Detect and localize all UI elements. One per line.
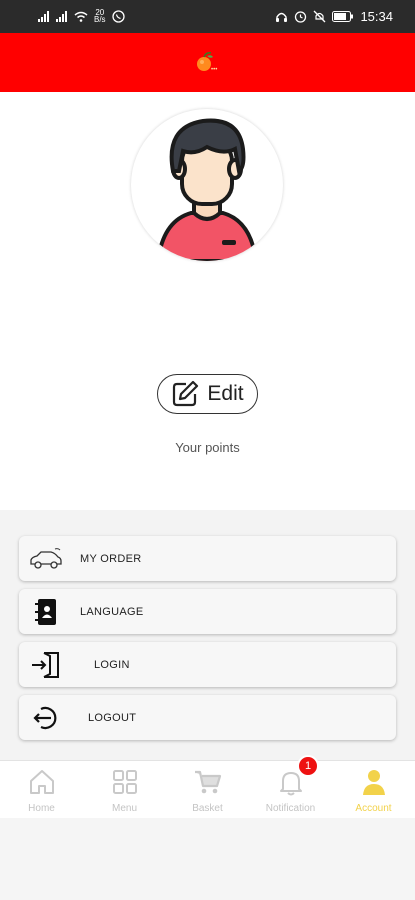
- network-speed: 20 B/s: [94, 9, 106, 24]
- tab-label: Account: [355, 803, 392, 814]
- car-icon: [29, 542, 63, 576]
- menu-item-language[interactable]: LANGUAGE: [19, 589, 396, 634]
- avatar[interactable]: [131, 109, 283, 261]
- battery-icon: [332, 11, 354, 22]
- tab-notification[interactable]: Notification 1: [249, 755, 332, 818]
- clock: 15:34: [360, 9, 393, 24]
- fruit-logo-icon: •••: [197, 52, 217, 73]
- menu-item-label: LOGIN: [94, 658, 130, 671]
- tab-account[interactable]: Account: [332, 761, 415, 818]
- tab-label: Basket: [192, 803, 223, 814]
- home-icon: [29, 770, 54, 794]
- app-bar: •••: [0, 33, 415, 92]
- menu-item-label: LOGOUT: [88, 711, 137, 724]
- user-icon: [362, 770, 385, 795]
- status-bar: 20 B/s 15:34: [0, 0, 415, 33]
- wifi-icon: [74, 11, 88, 22]
- edit-profile-button[interactable]: Edit: [157, 374, 258, 414]
- tab-menu[interactable]: Menu: [83, 761, 166, 818]
- tab-label: Home: [28, 803, 55, 814]
- edit-label: Edit: [207, 382, 244, 405]
- notification-badge: 1: [297, 755, 319, 777]
- mute-icon: [313, 10, 326, 23]
- grid-icon: [112, 770, 137, 794]
- menu-item-login[interactable]: LOGIN: [19, 642, 396, 687]
- tab-label: Notification: [265, 803, 316, 814]
- edit-icon: [173, 380, 199, 407]
- bottom-empty-area: [0, 818, 415, 900]
- headphones-icon: [276, 12, 288, 22]
- menu-item-label: MY ORDER: [80, 552, 142, 565]
- logout-icon: [29, 701, 63, 735]
- menu-item-label: LANGUAGE: [80, 605, 144, 618]
- user-avatar-icon: [155, 118, 259, 261]
- contact-book-icon: [29, 595, 63, 629]
- bottom-tab-bar: Home Menu Basket Notification 1 Account: [0, 755, 415, 818]
- tab-label: Menu: [111, 803, 137, 814]
- points-label: Your points: [175, 440, 240, 455]
- whatsapp-icon: [111, 9, 125, 23]
- signal-icon-2: [56, 10, 67, 22]
- svg-text:•••: •••: [211, 67, 217, 73]
- menu-item-logout[interactable]: LOGOUT: [19, 695, 396, 740]
- account-menu: MY ORDER LANGUAGE LOGIN LOGOUT: [0, 510, 415, 760]
- network-speed-unit: B/s: [94, 15, 106, 24]
- alarm-icon: [295, 11, 307, 23]
- menu-item-my-order[interactable]: MY ORDER: [19, 536, 396, 581]
- tab-home[interactable]: Home: [0, 761, 83, 818]
- signal-icon: [38, 10, 49, 22]
- profile-section: Edit Your points: [0, 92, 415, 510]
- tab-basket[interactable]: Basket: [166, 761, 249, 818]
- cart-icon: [194, 770, 221, 794]
- login-door-icon: [29, 648, 63, 682]
